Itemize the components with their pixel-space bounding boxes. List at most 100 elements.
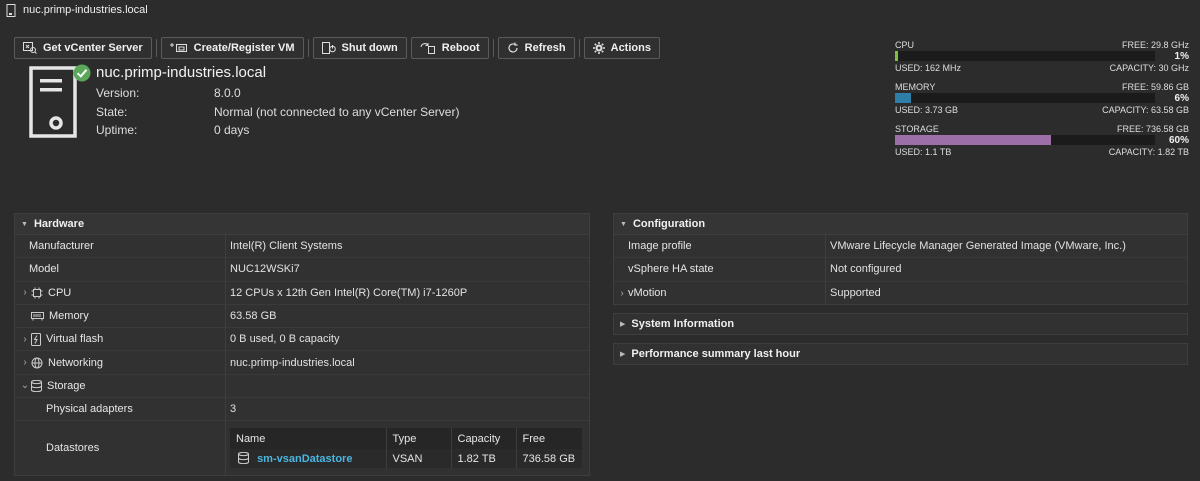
ha-state-value: Not configured <box>830 263 902 276</box>
storage-percent: 60% <box>1168 134 1189 146</box>
refresh-icon <box>508 42 518 53</box>
toolbar: Get vCenter Server Create/Register VM Sh… <box>14 37 664 59</box>
storage-gauge-label: STORAGE <box>895 123 939 134</box>
expand-chevron-icon[interactable]: › <box>616 288 628 299</box>
image-profile-value: VMware Lifecycle Manager Generated Image… <box>830 240 1126 253</box>
storage-used: USED: 1.1 TB <box>895 146 952 157</box>
window-title: nuc.primp-industries.local <box>23 4 148 16</box>
datastore-capacity: 1.82 TB <box>451 449 517 469</box>
storage-usage-fill <box>895 135 1051 145</box>
datastores-table: Name Type Capacity Free sm-vsanDatastore… <box>230 428 582 469</box>
storage-label: Storage <box>47 379 86 392</box>
datastores-table-header: Name Type Capacity Free <box>230 428 582 450</box>
window-titlebar: nuc.primp-industries.local <box>0 0 1200 20</box>
column-header-name[interactable]: Name <box>230 428 387 450</box>
memory-gauge: MEMORY FREE: 59.86 GB 6% USED: 3.73 GB C… <box>895 81 1189 115</box>
version-value: 8.0.0 <box>214 86 241 101</box>
virtual-flash-value: 0 B used, 0 B capacity <box>230 333 340 346</box>
toolbar-separator <box>578 39 580 57</box>
datastores-table-wrap: Name Type Capacity Free sm-vsanDatastore… <box>226 428 582 469</box>
refresh-button[interactable]: Refresh <box>497 37 575 59</box>
cpu-label: CPU <box>48 286 72 299</box>
memory-gauge-label: MEMORY <box>895 81 936 92</box>
column-header-capacity[interactable]: Capacity <box>451 428 517 450</box>
memory-usage-fill <box>895 93 911 103</box>
expand-caret-icon: ▶ <box>620 351 626 358</box>
memory-module-icon <box>31 312 44 321</box>
create-vm-icon <box>169 43 187 52</box>
virtual-flash-row[interactable]: › Virtual flash 0 B used, 0 B capacity <box>15 328 589 352</box>
resource-gauges: CPU FREE: 29.8 GHz 1% USED: 162 MHz CAPA… <box>895 39 1189 165</box>
host-summary: Version: 8.0.0 State: Normal (not connec… <box>96 84 459 140</box>
memory-percent: 6% <box>1174 92 1189 104</box>
network-globe-icon <box>31 357 43 369</box>
memory-value: 63.58 GB <box>230 310 277 323</box>
datastore-name-link[interactable]: sm-vsanDatastore <box>257 453 352 465</box>
cpu-value: 12 CPUs x 12th Gen Intel(R) Core(TM) i7-… <box>230 286 468 299</box>
networking-row[interactable]: › Networking nuc.primp-industries.local <box>15 351 589 375</box>
manufacturer-value: Intel(R) Client Systems <box>230 240 343 253</box>
configuration-panel-header[interactable]: ▼ Configuration <box>614 214 1187 235</box>
performance-summary-panel[interactable]: ▶ Performance summary last hour <box>613 343 1188 365</box>
manufacturer-label: Manufacturer <box>29 240 94 253</box>
shut-down-button[interactable]: Shut down <box>312 37 407 59</box>
memory-free: FREE: 59.86 GB <box>1121 81 1189 92</box>
cpu-free: FREE: 29.8 GHz <box>1121 39 1189 50</box>
system-information-title: System Information <box>631 318 735 330</box>
cpu-usage-fill <box>895 51 898 61</box>
manufacturer-row: Manufacturer Intel(R) Client Systems <box>15 235 589 259</box>
expand-chevron-icon[interactable]: › <box>19 287 31 298</box>
ha-state-label: vSphere HA state <box>628 263 714 276</box>
host-small-icon <box>6 3 16 17</box>
image-profile-label: Image profile <box>628 240 692 253</box>
ha-state-row: vSphere HA state Not configured <box>614 258 1187 282</box>
memory-capacity: CAPACITY: 63.58 GB <box>1102 104 1189 115</box>
networking-label: Networking <box>48 356 104 369</box>
expand-chevron-icon[interactable]: › <box>19 334 31 345</box>
host-name: nuc.primp-industries.local <box>96 64 267 81</box>
storage-gauge: STORAGE FREE: 736.58 GB 60% USED: 1.1 TB… <box>895 123 1189 157</box>
expand-chevron-icon[interactable]: › <box>19 357 31 368</box>
collapse-caret-icon: ▼ <box>21 220 28 228</box>
collapse-chevron-icon[interactable]: ⌄ <box>19 380 31 391</box>
vmotion-row[interactable]: › vMotion Supported <box>614 281 1187 305</box>
model-row: Model NUC12WSKi7 <box>15 258 589 282</box>
create-vm-button[interactable]: Create/Register VM <box>160 37 304 59</box>
configuration-panel: ▼ Configuration Image profile VMware Lif… <box>613 213 1188 305</box>
datastore-free: 736.58 GB <box>516 449 582 469</box>
image-profile-row: Image profile VMware Lifecycle Manager G… <box>614 235 1187 259</box>
cpu-chip-icon <box>31 287 43 299</box>
model-value: NUC12WSKi7 <box>230 263 300 276</box>
actions-button[interactable]: Actions <box>583 37 660 59</box>
power-icon <box>321 42 336 54</box>
storage-usage-bar <box>895 135 1155 145</box>
status-ok-icon <box>73 64 91 82</box>
state-label: State: <box>96 104 128 119</box>
state-row: State: Normal (not connected to any vCen… <box>96 103 459 122</box>
table-row: sm-vsanDatastore VSAN 1.82 TB 736.58 GB <box>230 449 582 469</box>
hardware-panel-header[interactable]: ▼ Hardware <box>15 214 589 235</box>
virtual-flash-label: Virtual flash <box>46 333 104 346</box>
server-icon <box>29 66 77 138</box>
storage-database-icon <box>31 379 42 392</box>
model-label: Model <box>29 263 59 276</box>
vmotion-value: Supported <box>830 287 881 300</box>
memory-label: Memory <box>49 310 89 323</box>
get-vcenter-button[interactable]: Get vCenter Server <box>14 37 152 59</box>
storage-free: FREE: 736.58 GB <box>1116 123 1189 134</box>
storage-row[interactable]: ⌄ Storage <box>15 374 589 399</box>
memory-used: USED: 3.73 GB <box>895 104 959 115</box>
column-header-type[interactable]: Type <box>386 428 452 450</box>
cpu-gauge: CPU FREE: 29.8 GHz 1% USED: 162 MHz CAPA… <box>895 39 1189 73</box>
state-value: Normal (not connected to any vCenter Ser… <box>214 104 460 119</box>
flash-icon <box>31 332 41 346</box>
uptime-row: Uptime: 0 days <box>96 121 459 140</box>
cpu-row[interactable]: › CPU 12 CPUs x 12th Gen Intel(R) Core(T… <box>15 281 589 305</box>
system-information-panel[interactable]: ▶ System Information <box>613 313 1188 335</box>
column-header-free[interactable]: Free <box>516 428 582 450</box>
reboot-button[interactable]: Reboot <box>410 37 489 59</box>
version-row: Version: 8.0.0 <box>96 84 459 103</box>
vmotion-label: vMotion <box>628 287 667 300</box>
toolbar-separator <box>307 39 309 57</box>
gear-icon <box>592 42 605 54</box>
